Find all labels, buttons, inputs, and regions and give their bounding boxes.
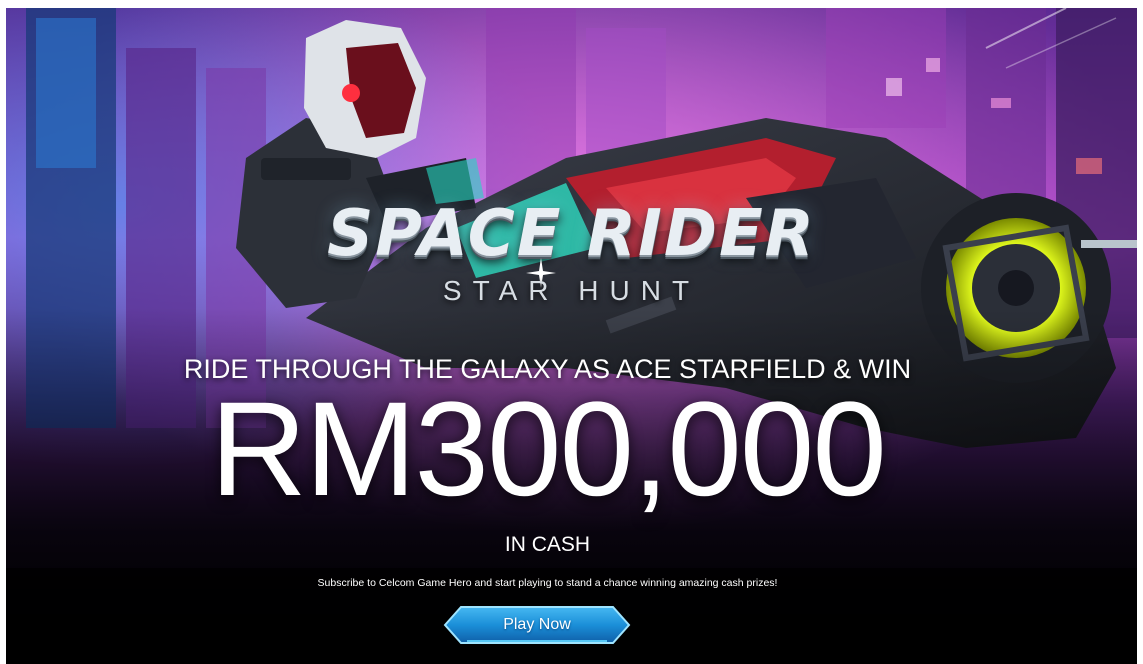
promo-description: Subscribe to Celcom Game Hero and start … (317, 577, 778, 589)
prize-amount: RM300,000 (210, 375, 887, 524)
hero-artwork (6, 8, 1137, 664)
logo-title: SPACE RIDER (327, 197, 816, 271)
play-now-button[interactable]: Play Now (443, 605, 631, 645)
play-now-label: Play Now (503, 616, 571, 633)
prize-suffix: IN CASH (504, 533, 591, 556)
logo-subtitle: STAR HUNT (442, 275, 701, 306)
hero-banner: SPACE RIDER STAR HUNT RIDE THROUGH THE G… (6, 8, 1137, 664)
game-logo: SPACE RIDER STAR HUNT (6, 196, 1137, 306)
